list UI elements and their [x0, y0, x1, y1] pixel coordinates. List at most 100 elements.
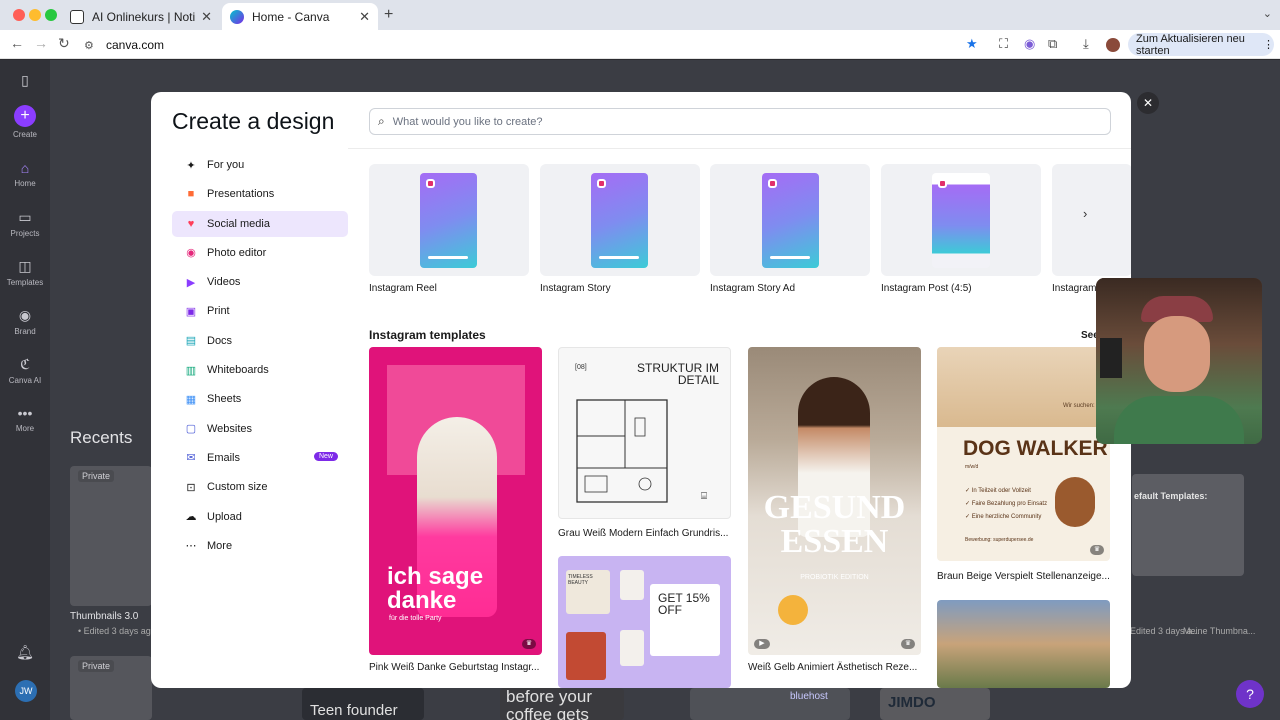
menu-item-docs[interactable]: ▤ Docs [172, 328, 348, 354]
format-card-instagram-story-ad[interactable] [710, 164, 870, 276]
profile-avatar[interactable] [1106, 38, 1120, 52]
kebab-menu-icon[interactable]: ⋮ [1263, 38, 1274, 51]
tab-canva[interactable]: Home - Canva ✕ [222, 3, 378, 30]
websites-icon: ▢ [185, 423, 197, 436]
nav-more[interactable]: ••• More [0, 405, 50, 433]
recent-design-card[interactable]: bluehost [690, 688, 850, 720]
template-card[interactable]: Wir suchen: DOG WALKER m/w/d ✓ In Teilze… [937, 347, 1110, 561]
nav-templates[interactable]: ◫ Templates [0, 258, 50, 287]
bell-icon[interactable]: 🔔︎ [0, 644, 50, 664]
search-icon: ⌕ [378, 114, 385, 128]
menu-item-sheets[interactable]: ▦ Sheets [172, 386, 348, 412]
format-card-instagram-reel[interactable] [369, 164, 529, 276]
template-card[interactable]: [08] STRUKTUR IM DETAIL ⌸ [558, 347, 731, 519]
menu-item-presentations[interactable]: ■ Presentations [172, 181, 348, 207]
design-category-menu: ✦ For you ■ Presentations ♥ Social media ◉ P… [172, 152, 348, 562]
format-card-instagram[interactable] [1052, 164, 1131, 276]
job-bullet: ✓ Eine herzliche Community [965, 514, 1042, 520]
template-headline: DOG WALKER [963, 437, 1108, 460]
cast-icon[interactable]: ◉ [1024, 36, 1035, 52]
menu-item-for-you[interactable]: ✦ For you [172, 152, 348, 178]
recent-design-card[interactable] [70, 466, 152, 606]
template-label: Weiß Gelb Animiert Ästhetisch Reze... [748, 662, 918, 673]
menu-item-photo-editor[interactable]: ◉ Photo editor [172, 240, 348, 266]
recent-design-card[interactable]: Teen founder [302, 688, 424, 720]
design-search-input[interactable]: ⌕ What would you like to create? [369, 108, 1111, 135]
window-close-dot[interactable] [13, 9, 25, 21]
menu-item-websites[interactable]: ▢ Websites [172, 416, 348, 442]
menu-item-label: Social media [207, 217, 270, 230]
menu-item-label: Photo editor [207, 246, 267, 259]
template-card[interactable]: GESUND ESSEN PROBIOTIK EDITION ▶ ♛ [748, 347, 921, 655]
template-number: [08] [575, 364, 587, 371]
recent-design-card[interactable]: before your coffee gets [500, 688, 624, 720]
template-card[interactable]: TIMELESS BEAUTY GET 15% OFF [558, 556, 731, 688]
modal-title: Create a design [172, 108, 335, 134]
toggle-panel-icon[interactable]: ▯ [0, 72, 50, 92]
close-tab-icon[interactable]: ✕ [201, 9, 212, 25]
product-photo [620, 630, 644, 666]
sparkle-icon: ✦ [186, 159, 196, 172]
notion-icon [70, 9, 84, 24]
download-icon[interactable]: ⤓ [1083, 36, 1089, 52]
job-bullet: ✓ Faire Bezahlung pro Einsatz [965, 501, 1048, 507]
avatar[interactable]: JW [15, 680, 37, 702]
close-modal-button[interactable]: ✕ [1137, 92, 1159, 114]
email-icon: ✉ [186, 452, 196, 465]
face-shape [1144, 316, 1210, 392]
instagram-phone-preview [420, 173, 477, 268]
nav-canva-ai[interactable]: ℭ Canva AI [0, 356, 50, 385]
address-bar[interactable]: ⚙ canva.com [84, 34, 984, 55]
menu-item-print[interactable]: ▣ Print [172, 298, 348, 324]
nav-label: Create [12, 130, 37, 139]
menu-item-label: Upload [207, 510, 242, 523]
nav-brand[interactable]: ◉ Brand [0, 307, 50, 336]
job-bullet-text: In Teilzeit oder Vollzeit [971, 488, 1031, 494]
help-button[interactable]: ? [1236, 680, 1264, 708]
print-icon: ▣ [185, 305, 197, 318]
template-card[interactable]: ich sage danke für die tolle Party ♛ [369, 347, 542, 655]
format-card-instagram-story[interactable] [540, 164, 700, 276]
menu-item-emails[interactable]: ✉ Emails New [172, 445, 348, 471]
menu-item-upload[interactable]: ☁ Upload [172, 504, 348, 530]
window-zoom-dot[interactable] [45, 9, 57, 21]
canva-icon [230, 9, 244, 24]
new-tab-icon[interactable]: + [384, 6, 393, 24]
extensions-icon[interactable]: ⧉ [1048, 36, 1057, 52]
instagram-icon [938, 179, 947, 188]
nav-home[interactable]: ⌂ Home [0, 160, 50, 188]
nav-projects[interactable]: ▭ Projects [0, 209, 50, 238]
bookmark-star-icon[interactable]: ★ [966, 36, 978, 52]
template-card[interactable] [937, 600, 1110, 688]
site-info-icon[interactable]: ⚙ [84, 39, 96, 52]
nav-label: Brand [14, 327, 36, 336]
screenshot-icon[interactable]: ⛶ [999, 36, 1008, 52]
format-card-instagram-post[interactable] [881, 164, 1041, 276]
update-button-label: Zum Aktualisieren neu starten [1136, 32, 1245, 57]
window-minimize-dot[interactable] [29, 9, 41, 21]
template-subline: PROBIOTIK EDITION [800, 574, 869, 581]
forward-icon[interactable]: → [34, 35, 48, 51]
menu-item-whiteboards[interactable]: ▥ Whiteboards [172, 357, 348, 383]
update-button[interactable]: Zum Aktualisieren neu starten ⋮ [1128, 32, 1274, 57]
menu-item-social-media[interactable]: ♥ Social media [172, 210, 348, 237]
recent-design-card[interactable]: JIMDO [880, 688, 990, 720]
close-tab-icon[interactable]: ✕ [359, 9, 370, 25]
reload-icon[interactable]: ↻ [58, 35, 70, 52]
menu-item-custom-size[interactable]: ⊡ Custom size [172, 474, 348, 500]
custom-size-icon: ⊡ [186, 481, 196, 494]
menu-item-videos[interactable]: ▶ Videos [172, 269, 348, 295]
nav-label: Templates [6, 278, 44, 287]
discount-card: GET 15% OFF [650, 584, 720, 656]
recent-design-card[interactable] [1132, 474, 1244, 576]
tab-title: AI Onlinekurs | Notion [92, 9, 196, 24]
instagram-icon [426, 179, 435, 188]
chevron-right-icon[interactable]: › [1083, 206, 1087, 221]
tab-list-chevron-icon[interactable]: ⌄ [1263, 7, 1272, 20]
canva-ai-icon: ℭ [20, 356, 30, 372]
menu-item-more[interactable]: ⋯ More [172, 533, 348, 559]
nav-create[interactable]: + Create [0, 105, 50, 139]
tab-notion[interactable]: AI Onlinekurs | Notion ✕ [62, 3, 220, 30]
header-divider [348, 148, 1131, 149]
back-icon[interactable]: ← [10, 35, 24, 51]
